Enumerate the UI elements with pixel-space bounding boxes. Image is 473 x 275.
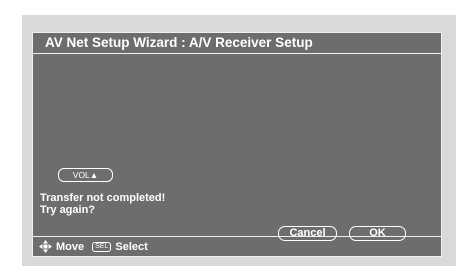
setup-wizard-dialog: AV Net Setup Wizard : A/V Receiver Setup… bbox=[32, 32, 442, 257]
vol-up-button[interactable]: VOL▲ bbox=[58, 168, 113, 182]
move-hint-label: Move bbox=[56, 240, 85, 253]
sel-key-icon: SEL bbox=[92, 241, 112, 252]
message-line-1: Transfer not completed! bbox=[40, 192, 166, 204]
footer-hint-bar: Move SEL Select bbox=[33, 236, 441, 256]
dialog-content: VOL▲ Transfer not completed! Try again? … bbox=[33, 54, 441, 241]
dialog-title: AV Net Setup Wizard : A/V Receiver Setup bbox=[33, 33, 441, 54]
tv-screen: AV Net Setup Wizard : A/V Receiver Setup… bbox=[22, 15, 456, 266]
select-hint-label: Select bbox=[115, 240, 148, 253]
directional-pad-icon bbox=[39, 240, 52, 253]
status-message: Transfer not completed! Try again? bbox=[40, 192, 165, 216]
message-line-2: Try again? bbox=[40, 204, 96, 216]
